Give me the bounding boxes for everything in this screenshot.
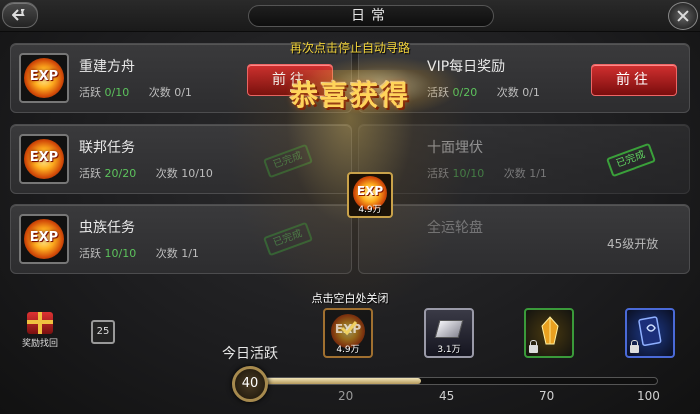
completed-stamp: 已完成	[262, 221, 314, 257]
exp-icon: EXP	[19, 214, 69, 264]
milestone-reward-exp[interactable]: EXP 4.9万	[323, 308, 373, 358]
milestone-45: 45	[439, 389, 455, 403]
close-button[interactable]	[668, 2, 698, 30]
completed-stamp: 已完成	[262, 143, 314, 179]
task-card-federation: EXP 联邦任务 活跃 20/20 次数 10/10 已完成	[10, 124, 352, 194]
activity-progress-bar	[262, 377, 658, 385]
reward-retrieve-label: 奖励找回	[21, 339, 58, 349]
milestone-reward-card[interactable]	[625, 308, 675, 358]
task-name: 联邦任务	[79, 140, 135, 156]
reward-retrieve-button[interactable]: 奖励找回	[18, 312, 62, 349]
reward-amount: 4.9万	[336, 345, 360, 355]
task-name: 全运轮盘	[427, 220, 483, 236]
top-bar: 日常	[0, 0, 700, 32]
close-hint[interactable]: 点击空白处关闭	[0, 290, 700, 306]
exp-icon: EXP	[19, 134, 69, 184]
task-stats: 活跃 20/20 次数 10/10	[79, 167, 213, 180]
task-name: 十面埋伏	[427, 140, 483, 156]
lock-icon	[630, 340, 639, 353]
daily-screen: 日常 EXP 重建方舟 活跃 0/10 次数 0/1 前往 VIP每日奖励 活跃…	[0, 0, 700, 414]
task-card-roulette: 全运轮盘 45级开放	[358, 204, 690, 274]
today-activity-label: 今日活跃	[222, 346, 278, 362]
blue-card-icon	[638, 316, 662, 346]
gift-box-icon	[27, 312, 53, 334]
page-title: 日常	[248, 5, 494, 27]
task-card-zerg: EXP 虫族任务 活跃 10/10 次数 1/1 已完成	[10, 204, 352, 274]
task-name: 重建方舟	[79, 59, 135, 75]
task-stats: 活跃 10/10 次数 1/1	[79, 247, 199, 260]
milestone-100: 100	[637, 389, 660, 403]
milestone-70: 70	[539, 389, 555, 403]
task-name: 虫族任务	[79, 220, 135, 236]
auto-path-hint: 再次点击停止自动寻路	[289, 41, 410, 55]
reward-amount: 4.9万	[358, 205, 382, 215]
congrats-title: 恭喜获得	[289, 79, 410, 112]
obtained-reward-item: EXP 4.9万	[347, 172, 393, 218]
activity-progress-fill	[263, 378, 421, 384]
milestone-20: 20	[338, 389, 354, 403]
back-arrow-icon	[12, 9, 25, 21]
reward-amount: 3.1万	[437, 345, 461, 355]
unlock-level-text: 45级开放	[607, 237, 659, 251]
task-stats: 活跃 10/10 次数 1/1	[427, 167, 547, 180]
gold-crystal-icon	[541, 316, 559, 345]
back-button[interactable]	[2, 2, 38, 28]
current-activity-knob: 40	[232, 366, 268, 402]
check-icon	[340, 321, 358, 336]
milestone-reward-metal[interactable]: 3.1万	[424, 308, 474, 358]
lock-icon	[529, 340, 538, 353]
metal-bar-icon	[434, 320, 464, 338]
milestone-reward-crystal[interactable]	[524, 308, 574, 358]
calendar-icon[interactable]: 25	[91, 320, 115, 344]
